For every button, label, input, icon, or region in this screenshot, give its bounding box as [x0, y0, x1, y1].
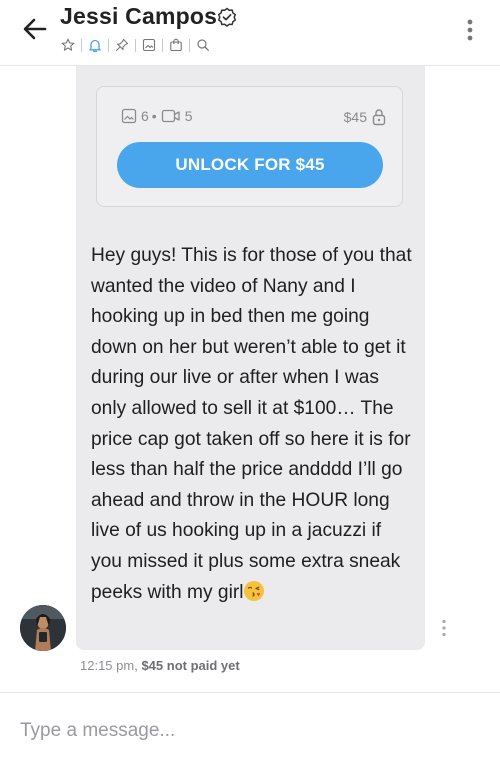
message-options-icon[interactable]	[440, 618, 448, 638]
unlock-button[interactable]: UNLOCK FOR $45	[117, 142, 383, 188]
message-text-container: Hey guys! This is for those of you that …	[91, 241, 416, 608]
message-time: 12:15 pm,	[80, 658, 138, 673]
verified-icon	[217, 7, 237, 27]
locked-media-card[interactable]: 6 • 5 $45 UNLOCK FOR $45	[96, 86, 403, 207]
chat-toolbar	[58, 35, 213, 55]
toolbar-divider	[162, 38, 163, 52]
message-thread[interactable]: 6 • 5 $45 UNLOCK FOR $45 Hey guys! This …	[0, 66, 500, 690]
price-label: $45	[343, 109, 367, 125]
message-meta: 12:15 pm, $45 not paid yet	[80, 658, 240, 673]
payment-status: $45 not paid yet	[141, 658, 240, 673]
media-price: $45	[344, 108, 386, 126]
more-vertical-icon[interactable]	[460, 16, 480, 44]
message-text: Hey guys! This is for those of you that …	[91, 245, 412, 603]
media-count: 6 • 5	[121, 108, 196, 124]
search-icon[interactable]	[193, 35, 213, 55]
chat-header: Jessi Campos	[0, 0, 500, 66]
message-composer	[0, 692, 500, 768]
image-icon[interactable]	[139, 35, 159, 55]
pin-icon[interactable]	[112, 35, 132, 55]
lock-icon	[372, 109, 386, 126]
photo-count: 6	[141, 108, 149, 124]
kissing-face-emoji-icon	[244, 580, 265, 601]
avatar[interactable]	[20, 605, 66, 651]
video-icon	[161, 109, 180, 123]
bag-icon[interactable]	[166, 35, 186, 55]
video-count: 5	[184, 108, 193, 124]
chat-title[interactable]: Jessi Campos	[60, 3, 217, 30]
message-bubble: 6 • 5 $45 UNLOCK FOR $45 Hey guys! This …	[76, 66, 425, 650]
back-arrow-icon[interactable]	[20, 14, 50, 44]
count-separator: •	[151, 108, 157, 124]
star-icon[interactable]	[58, 35, 78, 55]
toolbar-divider	[108, 38, 109, 52]
photo-icon	[121, 108, 137, 124]
toolbar-divider	[81, 38, 82, 52]
toolbar-divider	[189, 38, 190, 52]
bell-icon[interactable]	[85, 35, 105, 55]
toolbar-divider	[135, 38, 136, 52]
message-input[interactable]	[20, 717, 480, 745]
